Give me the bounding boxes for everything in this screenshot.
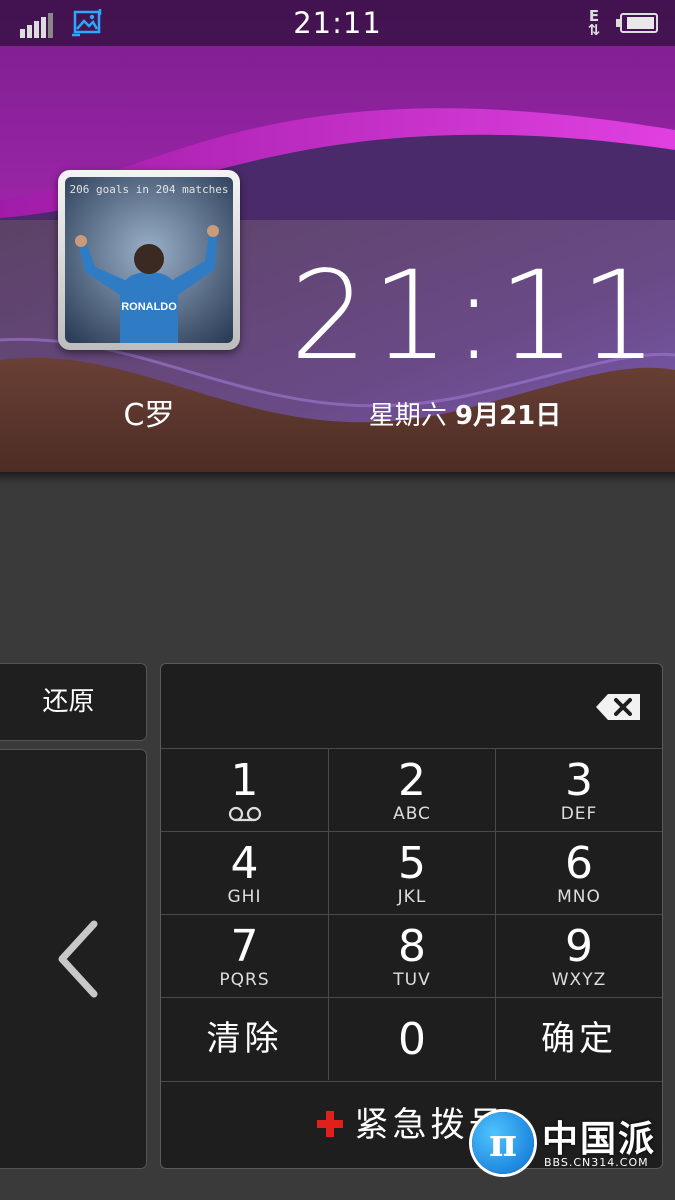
key-digit: 5 bbox=[398, 838, 426, 889]
key-letters: MNO bbox=[557, 887, 601, 907]
photo-caption: 206 goals in 204 matches bbox=[69, 183, 229, 196]
key-letters: JKL bbox=[397, 887, 427, 907]
backspace-icon[interactable] bbox=[594, 692, 642, 722]
key-digit: 2 bbox=[398, 755, 426, 806]
key-digit: 1 bbox=[230, 755, 259, 806]
key-digit: 4 bbox=[230, 838, 259, 889]
key-1[interactable]: 1 bbox=[161, 748, 328, 831]
dial-display bbox=[161, 664, 662, 748]
watermark-url: BBS.CN314.COM bbox=[544, 1156, 649, 1169]
status-bar: 21:11 E ⇅ bbox=[0, 0, 675, 46]
key-digit: 6 bbox=[565, 838, 593, 889]
date-weekday: 星期六 bbox=[368, 401, 447, 431]
confirm-label: 确定 bbox=[541, 1019, 617, 1059]
key-3[interactable]: 3 DEF bbox=[495, 748, 662, 831]
status-time: 21:11 bbox=[293, 6, 382, 40]
key-6[interactable]: 6 MNO bbox=[495, 831, 662, 914]
clear-label: 清除 bbox=[206, 1019, 283, 1059]
watermark: π 中国派 BBS.CN314.COM bbox=[472, 1108, 672, 1178]
key-7[interactable]: 7 PQRS bbox=[161, 914, 328, 997]
contact-photo: RONALDO 206 goals in 204 matches bbox=[65, 177, 233, 343]
network-type-label: E bbox=[588, 7, 600, 25]
key-5[interactable]: 5 JKL bbox=[328, 831, 495, 914]
key-digit: 9 bbox=[565, 921, 593, 972]
key-2[interactable]: 2 ABC bbox=[328, 748, 495, 831]
key-letters: TUV bbox=[393, 970, 431, 990]
restore-button[interactable]: 还原 bbox=[0, 663, 147, 741]
key-4[interactable]: 4 GHI bbox=[161, 831, 328, 914]
date-month-day: 9月21日 bbox=[455, 401, 562, 431]
lock-date: 星期六 9月21日 bbox=[340, 395, 590, 432]
key-letters: GHI bbox=[227, 887, 262, 907]
lock-screen-shadow bbox=[0, 472, 675, 484]
key-letters: DEF bbox=[560, 804, 598, 824]
key-letters: PQRS bbox=[219, 970, 270, 990]
mobile-data-icon: E ⇅ bbox=[587, 7, 601, 39]
battery-fill bbox=[627, 17, 654, 29]
key-8[interactable]: 8 TUV bbox=[328, 914, 495, 997]
jersey-text: RONALDO bbox=[121, 301, 177, 313]
clear-key[interactable]: 清除 bbox=[161, 997, 328, 1080]
key-subtitle bbox=[161, 805, 328, 827]
contact-name: C罗 bbox=[123, 398, 175, 433]
lock-clock: 21:11 bbox=[290, 245, 662, 387]
confirm-key[interactable]: 确定 bbox=[495, 997, 662, 1080]
battery-icon bbox=[616, 13, 658, 33]
key-9[interactable]: 9 WXYZ bbox=[495, 914, 662, 997]
contact-photo-art: RONALDO bbox=[65, 177, 233, 343]
key-0[interactable]: 0 bbox=[328, 997, 495, 1080]
red-cross-icon bbox=[316, 1110, 343, 1137]
key-digit: 0 bbox=[398, 1014, 426, 1065]
key-digit: 7 bbox=[230, 921, 259, 972]
dial-keypad: 1 2 ABC 3 DEF 4 GHI 5 JKL 6 MNO 7 PQRS 8 TUV 9 WXYZ 清除 0 确定… bbox=[160, 663, 663, 1169]
key-digit: 8 bbox=[398, 921, 426, 972]
chevron-left-icon[interactable] bbox=[52, 918, 102, 1000]
watermark-brand: 中国派 bbox=[542, 1119, 657, 1160]
key-letters: ABC bbox=[393, 804, 431, 824]
voicemail-icon bbox=[228, 806, 261, 822]
key-digit: 3 bbox=[565, 755, 593, 806]
contact-card[interactable]: RONALDO 206 goals in 204 matches bbox=[58, 170, 240, 350]
watermark-logo: π bbox=[472, 1112, 534, 1174]
key-letters: WXYZ bbox=[551, 970, 607, 990]
